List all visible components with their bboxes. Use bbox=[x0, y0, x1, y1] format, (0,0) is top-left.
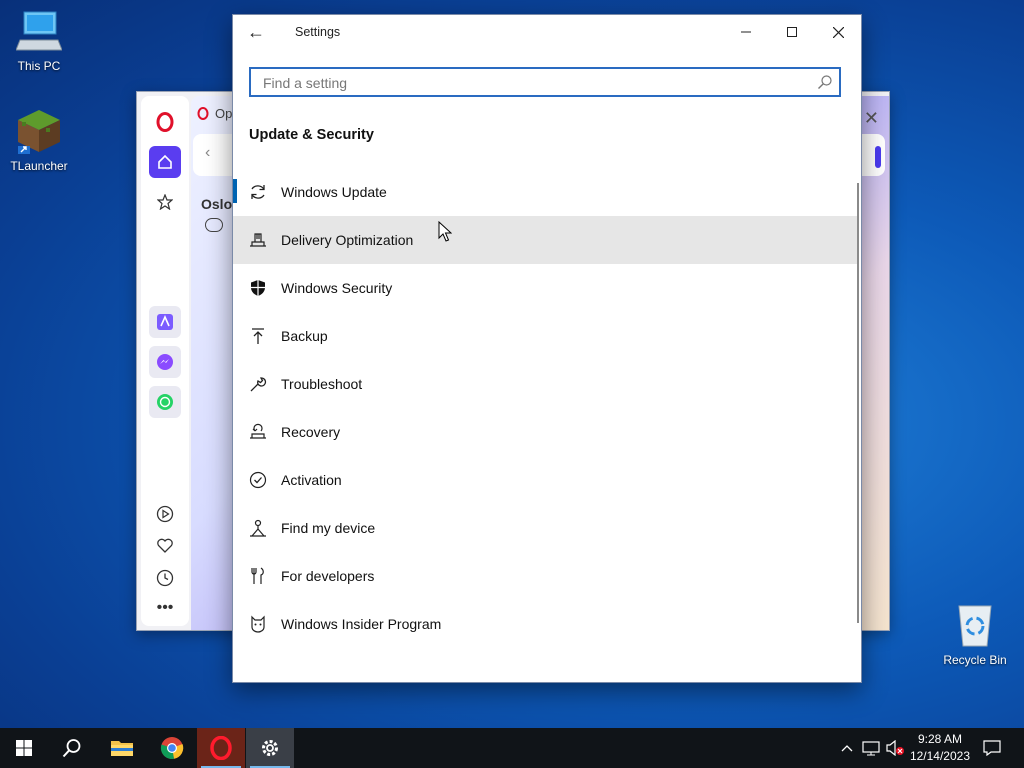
sync-icon bbox=[249, 183, 267, 201]
nav-item-for-developers[interactable]: For developers bbox=[233, 552, 857, 600]
nav-item-activation[interactable]: Activation bbox=[233, 456, 857, 504]
settings-window: ← Settings Update & Security Windows Upd… bbox=[232, 14, 862, 683]
wrench-icon bbox=[249, 375, 267, 393]
desktop-icon-this-pc[interactable]: This PC bbox=[4, 10, 74, 73]
search-box bbox=[249, 67, 841, 97]
nav-item-windows-insider-program[interactable]: Windows Insider Program bbox=[233, 600, 857, 648]
nav-item-find-my-device[interactable]: Find my device bbox=[233, 504, 857, 552]
recovery-icon bbox=[249, 423, 267, 441]
whatsapp-icon[interactable] bbox=[149, 386, 181, 418]
history-clock-icon[interactable] bbox=[149, 562, 181, 594]
windows-logo-icon bbox=[16, 740, 32, 756]
minecraft-grass-block-icon bbox=[18, 110, 60, 154]
opera-icon bbox=[210, 736, 232, 760]
messenger-icon[interactable] bbox=[149, 346, 181, 378]
speaker-muted-icon bbox=[886, 740, 904, 756]
desktop-icon-tlauncher[interactable]: TLauncher bbox=[4, 108, 74, 173]
network-icon bbox=[862, 741, 880, 756]
chrome-button[interactable] bbox=[148, 728, 196, 768]
nav-item-recovery[interactable]: Recovery bbox=[233, 408, 857, 456]
chevron-left-icon[interactable]: ‹ bbox=[205, 144, 210, 162]
search-button[interactable] bbox=[48, 728, 96, 768]
recycle-bin-icon bbox=[958, 605, 992, 647]
opera-button[interactable] bbox=[197, 728, 245, 768]
back-arrow-icon[interactable]: ← bbox=[247, 22, 265, 43]
nav-item-label: For developers bbox=[281, 568, 375, 584]
chevron-up-icon bbox=[841, 745, 853, 752]
action-center-button[interactable] bbox=[978, 728, 1006, 768]
backup-arrow-icon bbox=[249, 327, 267, 345]
nav-item-troubleshoot[interactable]: Troubleshoot bbox=[233, 360, 857, 408]
scroll-indicator[interactable] bbox=[875, 146, 881, 168]
search-icon[interactable] bbox=[817, 74, 833, 90]
nav-item-label: Recovery bbox=[281, 424, 341, 440]
title-bar: ← Settings bbox=[233, 15, 861, 49]
developer-tools-icon bbox=[249, 567, 267, 585]
computer-icon bbox=[15, 11, 63, 51]
delivery-optimization-icon bbox=[249, 231, 267, 249]
settings-button[interactable] bbox=[246, 728, 294, 768]
notification-icon bbox=[983, 740, 1001, 756]
desktop-icon-label: Recycle Bin bbox=[943, 653, 1007, 667]
star-icon[interactable] bbox=[149, 186, 181, 218]
clock[interactable]: 9:28 AM 12/14/2023 bbox=[910, 731, 970, 765]
start-button[interactable] bbox=[0, 728, 48, 768]
nav-item-label: Delivery Optimization bbox=[281, 232, 414, 248]
aria-icon[interactable] bbox=[149, 306, 181, 338]
player-icon[interactable] bbox=[149, 498, 181, 530]
network-button[interactable] bbox=[860, 728, 882, 768]
opera-tab-favicon bbox=[197, 107, 209, 120]
nav-item-delivery-optimization[interactable]: Delivery Optimization bbox=[233, 216, 857, 264]
maximize-button[interactable] bbox=[769, 15, 815, 49]
nav-item-label: Backup bbox=[281, 328, 328, 344]
nav-item-backup[interactable]: Backup bbox=[233, 312, 857, 360]
file-explorer-button[interactable] bbox=[98, 728, 146, 768]
desktop-icon-recycle-bin[interactable]: Recycle Bin bbox=[940, 602, 1010, 667]
desktop-icon-label: TLauncher bbox=[10, 159, 68, 173]
close-button[interactable] bbox=[815, 15, 861, 49]
nav-item-label: Windows Update bbox=[281, 184, 387, 200]
maximize-icon bbox=[787, 27, 797, 37]
desktop-icon-label: This PC bbox=[17, 59, 61, 73]
gear-icon bbox=[262, 740, 278, 756]
opera-tab[interactable]: Op bbox=[197, 106, 232, 121]
close-icon bbox=[832, 26, 844, 38]
search-icon bbox=[62, 739, 81, 758]
opera-tab-label: Op bbox=[215, 106, 233, 121]
nav-item-label: Windows Insider Program bbox=[281, 616, 442, 632]
insider-cat-icon bbox=[249, 615, 267, 633]
nav-item-windows-security[interactable]: Windows Security bbox=[233, 264, 857, 312]
find-device-icon bbox=[249, 519, 267, 537]
scrollbar[interactable] bbox=[857, 183, 859, 623]
folder-icon bbox=[111, 741, 133, 756]
settings-nav-list: Windows Update Delivery Optimization Win… bbox=[233, 168, 857, 648]
minimize-button[interactable] bbox=[723, 15, 769, 49]
section-title: Update & Security bbox=[249, 127, 374, 143]
nav-item-label: Find my device bbox=[281, 520, 376, 536]
clock-time: 9:28 AM bbox=[917, 732, 962, 746]
volume-button[interactable] bbox=[884, 728, 906, 768]
nav-item-label: Windows Security bbox=[281, 280, 393, 296]
weather-cloud-icon bbox=[205, 218, 223, 232]
more-dots-icon[interactable]: ••• bbox=[149, 592, 181, 624]
taskbar: 9:28 AM 12/14/2023 bbox=[0, 728, 1024, 768]
minimize-icon bbox=[741, 31, 751, 33]
opera-sidebar: ••• bbox=[141, 96, 189, 626]
home-icon[interactable] bbox=[149, 146, 181, 178]
clock-date: 12/14/2023 bbox=[909, 749, 970, 763]
weather-city: Oslo bbox=[201, 196, 233, 212]
close-icon[interactable]: ✕ bbox=[864, 108, 879, 129]
checkmark-circle-icon bbox=[249, 471, 267, 489]
show-hidden-icons-button[interactable] bbox=[838, 728, 856, 768]
window-title: Settings bbox=[295, 25, 341, 39]
chrome-icon bbox=[160, 737, 184, 759]
mouse-cursor-icon bbox=[438, 221, 452, 242]
search-input[interactable] bbox=[261, 73, 805, 93]
heart-icon[interactable] bbox=[149, 530, 181, 562]
nav-item-label: Troubleshoot bbox=[281, 376, 363, 392]
shield-icon bbox=[249, 279, 267, 297]
opera-logo-icon[interactable] bbox=[149, 106, 181, 138]
nav-item-windows-update[interactable]: Windows Update bbox=[233, 168, 857, 216]
nav-item-label: Activation bbox=[281, 472, 342, 488]
